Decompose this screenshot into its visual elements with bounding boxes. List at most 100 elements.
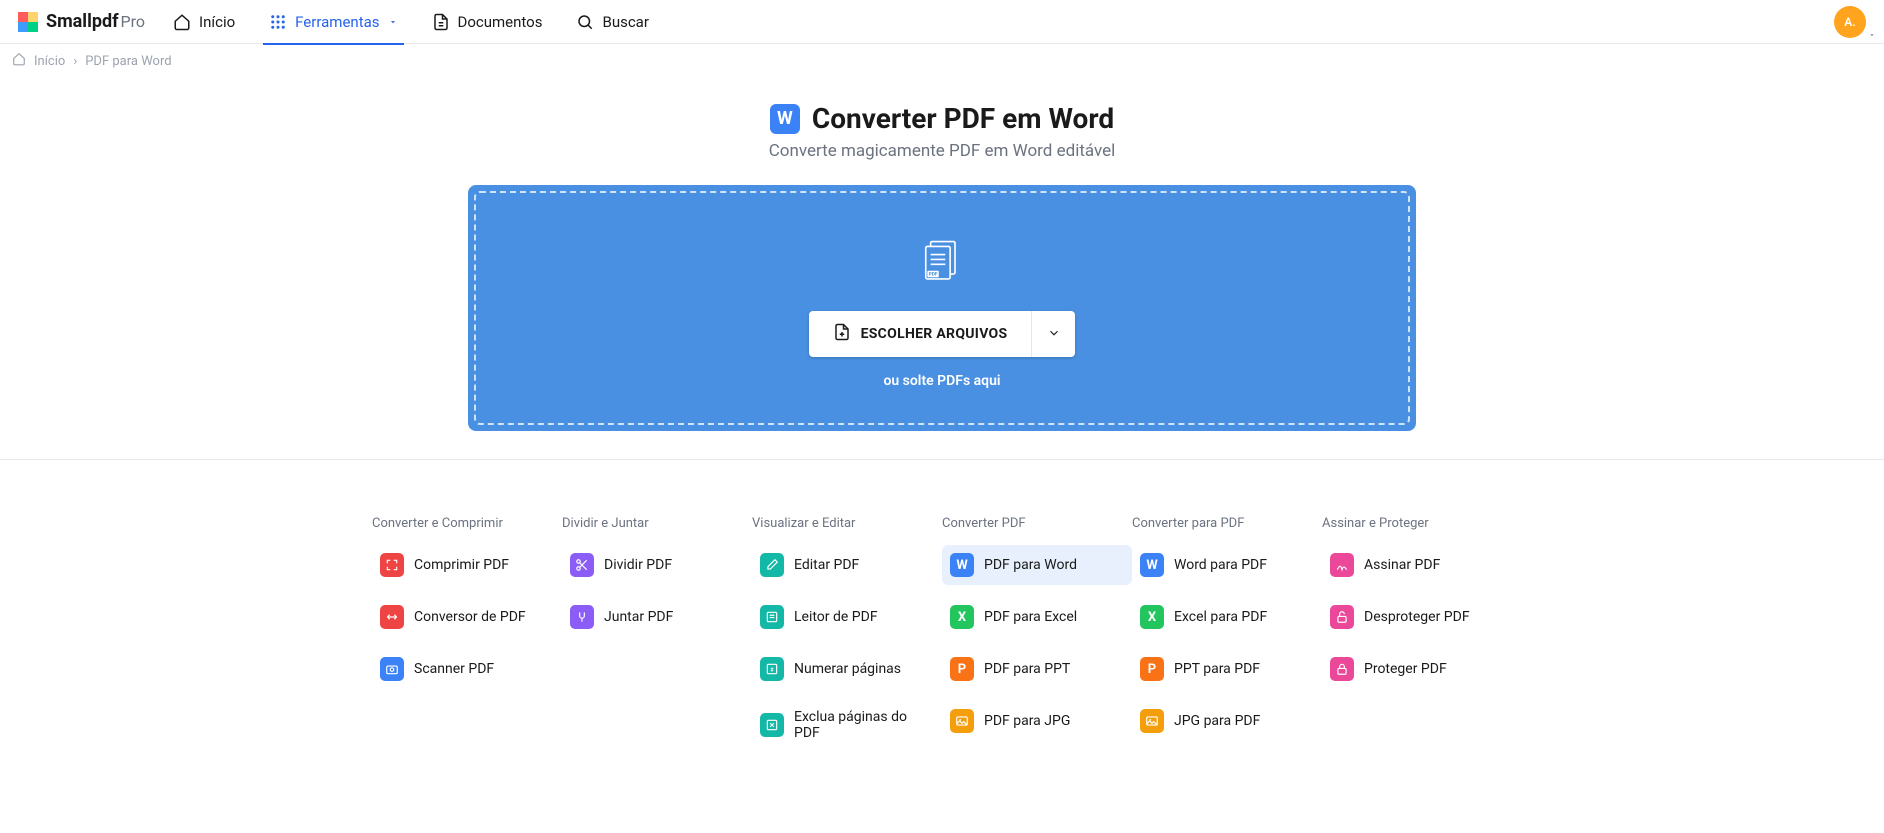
tool-column: Converter para PDF WWord para PDF X Excel p… (1132, 516, 1322, 761)
nav-home[interactable]: Início (173, 0, 235, 44)
tool-item-label: Leitor de PDF (794, 609, 878, 625)
tool-item[interactable]: X PDF para Excel (942, 597, 1132, 637)
tool-column-heading: Dividir e Juntar (562, 516, 752, 531)
tool-item[interactable]: Numerar páginas (752, 649, 942, 689)
tool-item-label: PDF para JPG (984, 713, 1070, 729)
search-icon (576, 13, 594, 31)
tool-item-label: Comprimir PDF (414, 557, 509, 573)
convert-icon (380, 605, 404, 629)
chevron-down-icon (1047, 325, 1061, 344)
w-letter-icon: W (950, 553, 974, 577)
tool-item-label: Juntar PDF (604, 609, 673, 625)
documents-icon: PDF (476, 235, 1408, 291)
tool-item-label: PPT para PDF (1174, 661, 1260, 677)
tool-item-label: Numerar páginas (794, 661, 901, 677)
tool-item-label: Assinar PDF (1364, 557, 1440, 573)
tool-item-label: Proteger PDF (1364, 661, 1447, 677)
unlock-icon (1330, 605, 1354, 629)
tool-column: Dividir e Juntar Dividir PDF Juntar PDF (562, 516, 752, 761)
nav-documents[interactable]: Documentos (432, 0, 543, 44)
read-icon (760, 605, 784, 629)
tool-item-label: Scanner PDF (414, 661, 494, 677)
tool-item[interactable]: Conversor de PDF (372, 597, 562, 637)
nav-documents-label: Documentos (458, 13, 543, 31)
documents-icon (432, 13, 450, 31)
tool-column: Visualizar e Editar Editar PDF Leitor de P… (752, 516, 942, 761)
tool-column: Converter e Comprimir Comprimir PDF Conver… (372, 516, 562, 761)
page-title: Converter PDF em Word (812, 102, 1114, 135)
home-icon (173, 13, 191, 31)
lock-icon (1330, 657, 1354, 681)
tool-item-label: PDF para Excel (984, 609, 1077, 625)
chevron-down-icon (1868, 28, 1876, 42)
choose-files-dropdown[interactable] (1031, 311, 1075, 357)
tool-item[interactable]: JPG para PDF (1132, 701, 1322, 741)
tool-item-label: Word para PDF (1174, 557, 1267, 573)
tool-item[interactable]: Leitor de PDF (752, 597, 942, 637)
tool-item-label: Desproteger PDF (1364, 609, 1470, 625)
image-icon (950, 709, 974, 733)
image-icon (1140, 709, 1164, 733)
page-subtitle: Converte magicamente PDF em Word editáve… (0, 141, 1884, 161)
x-letter-icon: X (950, 605, 974, 629)
p-letter-icon: P (950, 657, 974, 681)
svg-text:PDF: PDF (929, 272, 938, 278)
tool-item[interactable]: Dividir PDF (562, 545, 752, 585)
sign-icon (1330, 553, 1354, 577)
breadcrumb-home[interactable]: Início (34, 54, 65, 69)
nav-search[interactable]: Buscar (576, 0, 648, 44)
file-dropzone[interactable]: PDF ESCOLHER ARQUIVOS ou solte PDFs aqui (474, 191, 1410, 425)
file-upload-icon (833, 323, 851, 345)
nav-search-label: Buscar (602, 13, 648, 31)
tool-item[interactable]: Scanner PDF (372, 649, 562, 689)
tool-item[interactable]: Editar PDF (752, 545, 942, 585)
breadcrumb-separator: › (73, 54, 77, 69)
tool-item[interactable]: Assinar PDF (1322, 545, 1512, 585)
breadcrumb-current: PDF para Word (85, 54, 171, 69)
breadcrumb: Início › PDF para Word (0, 44, 1884, 78)
choose-files-button[interactable]: ESCOLHER ARQUIVOS (809, 311, 1032, 357)
tool-item[interactable]: WWord para PDF (1132, 545, 1322, 585)
tool-item[interactable]: P PPT para PDF (1132, 649, 1322, 689)
tool-item-label: Conversor de PDF (414, 609, 526, 625)
dropzone-hint: ou solte PDFs aqui (476, 373, 1408, 389)
nav-tools[interactable]: Ferramentas (269, 0, 397, 44)
tool-item[interactable]: X Excel para PDF (1132, 597, 1322, 637)
tool-item-label: PDF para PPT (984, 661, 1070, 677)
tool-item[interactable]: Proteger PDF (1322, 649, 1512, 689)
nav-tools-label: Ferramentas (295, 13, 379, 31)
brand-name: SmallpdfPro (46, 11, 145, 32)
tool-item-label: JPG para PDF (1174, 713, 1260, 729)
x-letter-icon: X (1140, 605, 1164, 629)
compress-icon (380, 553, 404, 577)
tool-item-label: Exclua páginas do PDF (794, 709, 934, 741)
camera-icon (380, 657, 404, 681)
merge-icon (570, 605, 594, 629)
tool-item[interactable]: Desproteger PDF (1322, 597, 1512, 637)
tool-item-label: Editar PDF (794, 557, 859, 573)
chevron-down-icon (388, 13, 398, 31)
tool-item[interactable]: Juntar PDF (562, 597, 752, 637)
tool-column: Assinar e Proteger Assinar PDF Desproteger… (1322, 516, 1512, 761)
tool-column-heading: Converter PDF (942, 516, 1132, 531)
logo-icon (18, 12, 38, 32)
p-letter-icon: P (1140, 657, 1164, 681)
tool-item[interactable]: P PDF para PPT (942, 649, 1132, 689)
tool-column-heading: Assinar e Proteger (1322, 516, 1512, 531)
tool-item[interactable]: Exclua páginas do PDF (752, 701, 942, 749)
grid-icon (269, 13, 287, 31)
tool-item-label: PDF para Word (984, 557, 1077, 573)
tool-item[interactable]: Comprimir PDF (372, 545, 562, 585)
user-avatar[interactable]: A. (1834, 6, 1866, 38)
avatar-initials: A. (1844, 15, 1855, 29)
nav-home-label: Início (199, 13, 235, 31)
tool-column-heading: Visualizar e Editar (752, 516, 942, 531)
tool-item[interactable]: W PDF para Word (942, 545, 1132, 585)
tool-item-label: Excel para PDF (1174, 609, 1267, 625)
tool-column-heading: Converter para PDF (1132, 516, 1322, 531)
tool-item[interactable]: PDF para JPG (942, 701, 1132, 741)
brand-logo[interactable]: SmallpdfPro (18, 11, 145, 32)
home-icon (12, 52, 26, 70)
choose-files-label: ESCOLHER ARQUIVOS (861, 326, 1008, 342)
tool-column-heading: Converter e Comprimir (372, 516, 562, 531)
